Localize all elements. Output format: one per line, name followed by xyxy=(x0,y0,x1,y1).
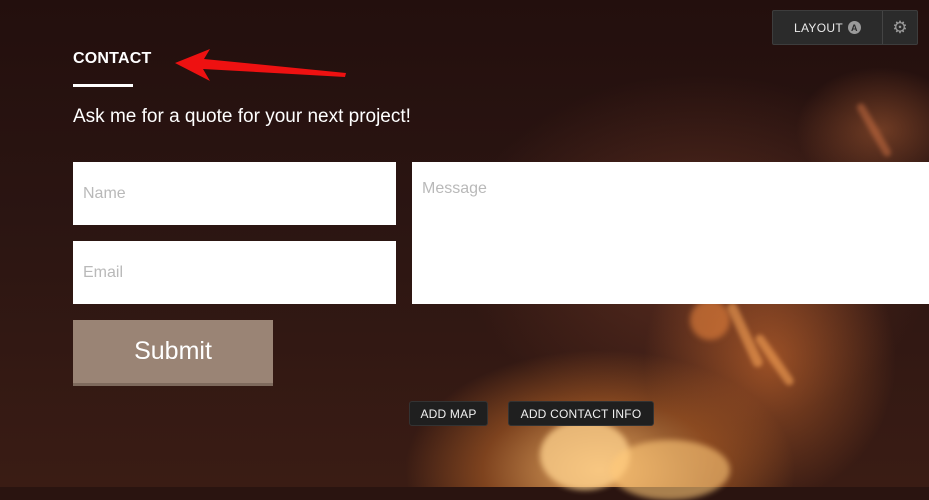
section-tagline: Ask me for a quote for your next project… xyxy=(73,106,411,127)
section-heading: CONTACT xyxy=(73,50,152,67)
name-field[interactable] xyxy=(73,162,396,225)
submit-button[interactable]: Submit xyxy=(73,320,273,386)
bokeh-light xyxy=(610,440,730,500)
layout-badge: A xyxy=(847,21,861,34)
bokeh-light xyxy=(690,300,730,340)
settings-button[interactable]: ⚙ xyxy=(882,11,917,44)
message-field[interactable] xyxy=(412,162,929,304)
layout-label: LAYOUT xyxy=(794,20,843,35)
gear-icon: ⚙ xyxy=(892,17,908,37)
add-map-button[interactable]: ADD MAP xyxy=(409,401,488,426)
email-field[interactable] xyxy=(73,241,396,304)
heading-underline xyxy=(73,84,133,87)
layout-toolbar: LAYOUT A ⚙ xyxy=(772,10,918,45)
layout-button[interactable]: LAYOUT A xyxy=(773,11,882,44)
annotation-arrow-icon xyxy=(175,49,346,81)
add-contact-info-button[interactable]: ADD CONTACT INFO xyxy=(508,401,654,426)
